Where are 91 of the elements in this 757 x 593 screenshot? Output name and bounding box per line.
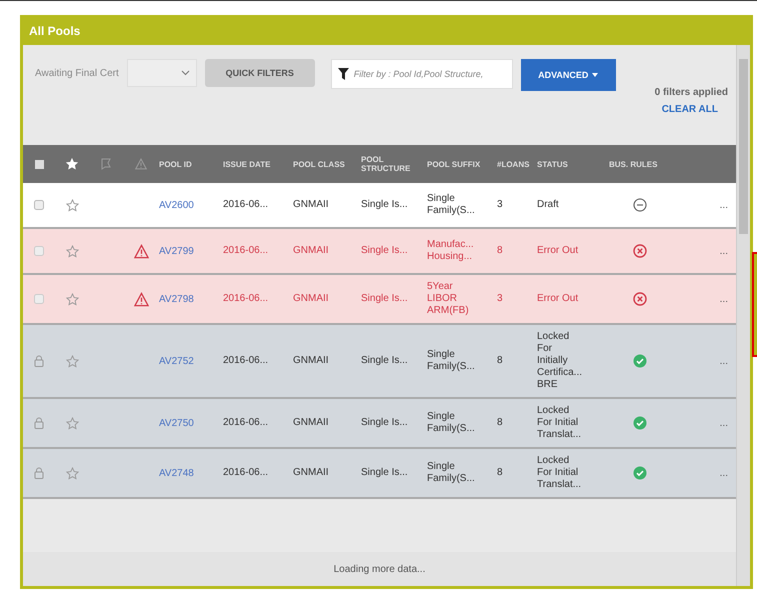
table-cell-text: 3: [497, 293, 504, 305]
lock-icon: [34, 355, 44, 367]
column-header[interactable]: POOL ID: [159, 160, 223, 168]
table-cell-text: 8: [497, 245, 504, 257]
table-row[interactable]: AV2798 2016-06... GNMAII Single Is... 5Year LIBOR ARM(FB) 3 Error Out ...: [23, 275, 736, 325]
lock-icon: [34, 467, 44, 479]
table-cell-text: 8: [497, 355, 504, 367]
star-icon[interactable]: [66, 198, 78, 212]
table-cell-text: 2016-06...: [223, 467, 270, 479]
status-cell-text: Locked For Initial Translat...: [537, 455, 582, 491]
filter-dropdown[interactable]: [126, 59, 197, 87]
more-button[interactable]: ...: [720, 468, 728, 478]
table-row[interactable]: AV2750 2016-06... GNMAII Single Is... Single Family(S... 8 Locked For Initial Translat... ...: [23, 399, 736, 449]
table-cell-text: GNMAII: [293, 293, 330, 305]
window-title: All Pools: [23, 15, 750, 45]
table-cell-text: GNMAII: [293, 417, 330, 429]
table-cell-text: 2016-06...: [223, 293, 270, 305]
filters-applied-text: 0 filters applied: [654, 87, 728, 98]
select-all-checkbox[interactable]: [34, 160, 44, 168]
table-cell-text: 2016-06...: [223, 245, 270, 257]
table-cell-text: GNMAII: [293, 355, 330, 367]
table-cell-text: Single Is...: [361, 355, 409, 367]
column-header[interactable]: POOL CLASS: [293, 160, 361, 168]
table-cell-text: Single Family(S...: [427, 411, 476, 435]
chevron-down-icon: [180, 70, 190, 76]
column-header[interactable]: STATUS: [537, 160, 609, 168]
table-cell-text: Manufac... Housing...: [427, 239, 475, 263]
more-button[interactable]: ...: [720, 200, 728, 210]
pool-id-link[interactable]: AV2798: [159, 294, 194, 304]
table-cell-text: 8: [497, 467, 504, 479]
status-cell-text: Error Out: [537, 293, 580, 305]
table-row[interactable]: AV2600 2016-06... GNMAII Single Is... Single Family(S... 3 Draft ...: [23, 183, 736, 229]
pool-id-link[interactable]: AV2799: [159, 246, 194, 256]
flag-icon: [101, 158, 111, 170]
quick-filters-button[interactable]: QUICK FILTERS: [204, 59, 315, 87]
caret-icon: [592, 73, 598, 77]
star-icon[interactable]: [66, 244, 78, 258]
table-row[interactable]: AV2799 2016-06... GNMAII Single Is... Manufac... Housing... 8 Error Out ...: [23, 229, 736, 275]
star-icon[interactable]: [66, 416, 78, 430]
star-icon[interactable]: [66, 466, 78, 480]
pool-id-link[interactable]: AV2600: [159, 200, 194, 210]
table-cell-text: 2016-06...: [223, 355, 270, 367]
more-button[interactable]: ...: [720, 246, 728, 256]
more-button[interactable]: ...: [720, 418, 728, 428]
pool-id-link[interactable]: AV2750: [159, 418, 194, 428]
status-cell-text: Locked For Initial Translat...: [537, 405, 582, 441]
table-cell-text: Single Family(S...: [427, 461, 476, 485]
checkbox[interactable]: [34, 200, 44, 210]
filter-icon: [338, 68, 349, 80]
table-cell-text: 3: [497, 199, 504, 211]
status-cell-text: Draft: [537, 199, 560, 211]
table-cell-text: 2016-06...: [223, 199, 270, 211]
table-cell-text: GNMAII: [293, 245, 330, 257]
pool-id-link[interactable]: AV2752: [159, 356, 194, 366]
warning-icon: [135, 158, 147, 170]
column-header[interactable]: #LOANS: [497, 160, 537, 168]
column-header[interactable]: BUS. RULES: [609, 160, 671, 168]
table-cell-text: Single Family(S...: [427, 349, 476, 373]
status-cell-text: Locked For Initially Certifica... BRE: [537, 331, 584, 391]
column-header[interactable]: ISSUE DATE: [223, 160, 293, 168]
saved-filter-label: Awaiting Final Cert: [35, 68, 119, 79]
checkbox[interactable]: [34, 294, 44, 304]
table-cell-text: Single Is...: [361, 293, 409, 305]
column-header[interactable]: POOL SUFFIX: [427, 160, 497, 168]
more-button[interactable]: ...: [720, 356, 728, 366]
star-icon[interactable]: [66, 354, 78, 368]
scrollbar-thumb[interactable]: [739, 59, 748, 234]
table-cell-text: GNMAII: [293, 467, 330, 479]
search-field[interactable]: Filter by : Pool Id,Pool Structure,: [330, 59, 513, 89]
more-button[interactable]: ...: [720, 294, 728, 304]
pool-id-link[interactable]: AV2748: [159, 468, 194, 478]
table-row[interactable]: AV2748 2016-06... GNMAII Single Is... Single Family(S... 8 Locked For Initial Translat... ...: [23, 449, 736, 499]
table-cell-text: Single Family(S...: [427, 193, 476, 217]
lock-icon: [34, 417, 44, 429]
table-cell-text: Single Is...: [361, 245, 409, 257]
table-cell-text: Single Is...: [361, 417, 409, 429]
loading-text: Loading more data...: [334, 564, 426, 574]
checkbox[interactable]: [34, 246, 44, 256]
table-cell-text: Single Is...: [361, 467, 409, 479]
column-header[interactable]: POOL STRUCTURE: [361, 155, 427, 173]
table-cell-text: Single Is...: [361, 199, 409, 211]
advanced-button[interactable]: ADVANCED: [520, 59, 616, 91]
status-cell-text: Error Out: [537, 245, 580, 257]
star-icon[interactable]: [66, 292, 78, 306]
table-cell-text: 5Year LIBOR ARM(FB): [427, 281, 470, 317]
scrollbar[interactable]: [736, 45, 750, 586]
table-cell-text: 8: [497, 417, 504, 429]
clear-all-link[interactable]: CLEAR ALL: [662, 104, 718, 115]
table-cell-text: 2016-06...: [223, 417, 270, 429]
table-cell-text: GNMAII: [293, 199, 330, 211]
table-row[interactable]: AV2752 2016-06... GNMAII Single Is... Single Family(S... 8 Locked For Initially Certifica... BRE ...: [23, 325, 736, 399]
